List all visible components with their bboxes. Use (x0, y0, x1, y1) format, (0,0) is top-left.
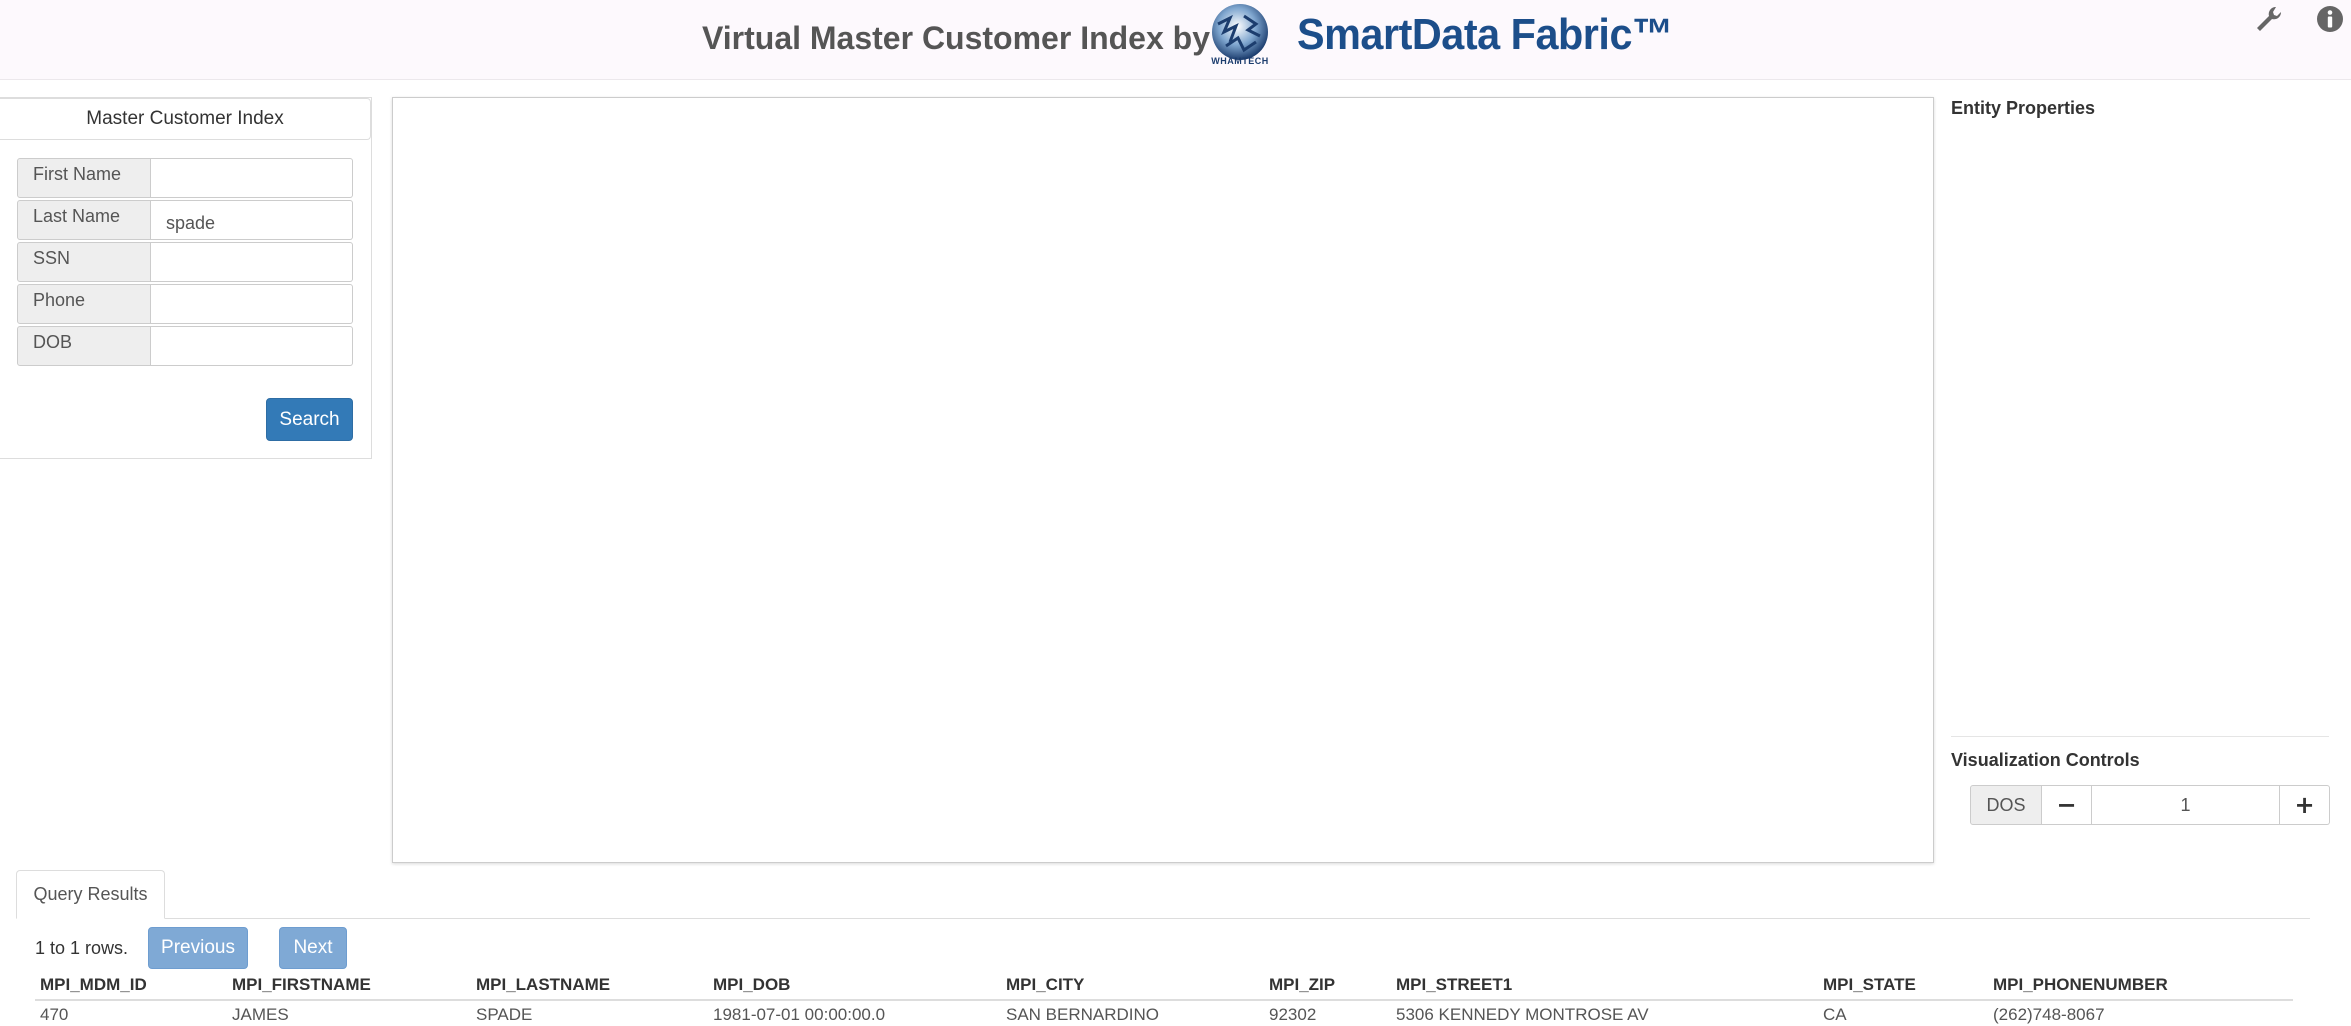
first-name-label: First Name (17, 158, 151, 198)
column-header[interactable]: MPI_LASTNAME (471, 970, 708, 1001)
graph-canvas[interactable] (392, 97, 1934, 863)
table-cell: 5306 KENNEDY MONTROSE AV (1396, 1004, 1649, 1024)
table-cell: (262)748-8067 (1993, 1004, 2105, 1024)
last-name-label: Last Name (17, 200, 151, 240)
dob-row: DOB (17, 326, 353, 366)
column-header[interactable]: MPI_FIRSTNAME (227, 970, 471, 1001)
table-cell: 92302 (1269, 1004, 1317, 1024)
search-button[interactable]: Search (266, 398, 353, 441)
brand-name: SmartData Fabric™ (1297, 10, 1673, 59)
entity-properties-title: Entity Properties (1951, 98, 2096, 118)
column-header[interactable]: MPI_STREET1 (1391, 970, 1818, 1001)
column-header[interactable]: MPI_CITY (1001, 970, 1264, 1001)
table-cell: 470 (40, 1004, 69, 1024)
column-header[interactable]: MPI_DOB (708, 970, 1001, 1001)
row-count: 1 to 1 rows. (35, 938, 129, 958)
table-cell: SPADE (476, 1004, 533, 1024)
column-header[interactable]: MPI_PHONENUMBER (1988, 970, 2293, 1001)
column-header[interactable]: MPI_ZIP (1264, 970, 1391, 1001)
table-cell: JAMES (232, 1004, 289, 1024)
phone-row: Phone (17, 284, 353, 324)
results-tab-strip (16, 918, 2310, 919)
ssn-row: SSN (17, 242, 353, 282)
phone-input[interactable] (151, 284, 353, 324)
visualization-controls-title: Visualization Controls (1951, 750, 2140, 770)
dob-input[interactable] (151, 326, 353, 366)
table-cell: SAN BERNARDINO (1006, 1004, 1160, 1024)
ssn-input[interactable] (151, 242, 353, 282)
plus-icon[interactable]: + (2280, 785, 2330, 825)
search-panel: Master Customer Index First Name Last Na… (0, 97, 372, 459)
column-header[interactable]: MPI_MDM_ID (35, 970, 227, 1001)
results-table: MPI_MDM_ID MPI_FIRSTNAME MPI_LASTNAME MP… (35, 970, 2293, 1026)
panel-heading: Master Customer Index (0, 98, 371, 140)
first-name-row: First Name (17, 158, 353, 198)
side-divider (1951, 736, 2329, 737)
logo-caption: WHAMTECH (1211, 56, 1269, 66)
phone-label: Phone (17, 284, 151, 324)
dos-input[interactable] (2092, 785, 2280, 825)
table-row[interactable]: 470 JAMES SPADE 1981-07-01 00:00:00.0 SA… (35, 1000, 2293, 1026)
last-name-input[interactable] (151, 200, 353, 240)
app-title: Virtual Master Customer Index by (702, 20, 1210, 56)
column-header[interactable]: MPI_STATE (1818, 970, 1988, 1001)
last-name-row: Last Name (17, 200, 353, 240)
table-header-row: MPI_MDM_ID MPI_FIRSTNAME MPI_LASTNAME MP… (35, 970, 2293, 1001)
dos-control-group: DOS − + (1970, 785, 2330, 825)
table-cell: 1981-07-01 00:00:00.0 (713, 1004, 886, 1024)
table-cell: CA (1823, 1004, 1847, 1024)
first-name-input[interactable] (151, 158, 353, 198)
previous-button[interactable]: Previous (148, 927, 248, 969)
app-header: Virtual Master Customer Index by WHAMTEC… (0, 0, 2351, 80)
ssn-label: SSN (17, 242, 151, 282)
tab-query-results[interactable]: Query Results (16, 870, 165, 919)
dos-label: DOS (1970, 785, 2042, 825)
next-button[interactable]: Next (279, 927, 347, 969)
minus-icon[interactable]: − (2042, 785, 2092, 825)
info-circle-icon[interactable] (2315, 4, 2345, 34)
dob-label: DOB (17, 326, 151, 366)
wrench-icon[interactable] (2254, 4, 2284, 34)
